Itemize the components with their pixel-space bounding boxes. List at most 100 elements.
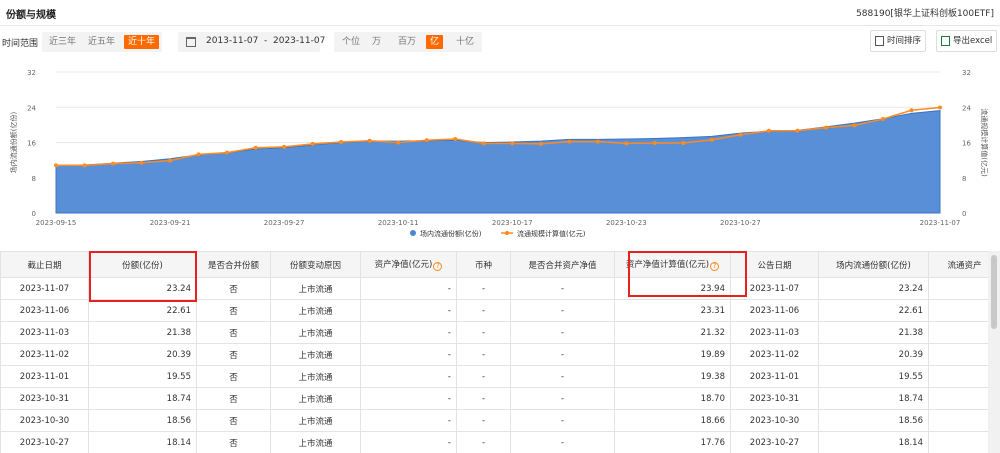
table-cell: - xyxy=(360,409,457,432)
table-row[interactable]: 2023-11-07 23.24 否上市流通 - - -23.94 2023-11-07 23… xyxy=(0,277,988,300)
y-tick-left-1: 8 xyxy=(32,175,36,183)
table-cell: 20.39 xyxy=(88,343,197,366)
scale-point-20 xyxy=(624,141,629,146)
column-header-label: 流通资产 xyxy=(947,260,982,271)
table-cell: 否 xyxy=(196,277,271,300)
sort-icon xyxy=(875,36,884,46)
column-header-6[interactable]: 是否合并资产净值 xyxy=(510,251,615,278)
table-cell: 18.56 xyxy=(818,409,929,432)
help-icon[interactable]: ? xyxy=(433,262,443,271)
table-cell: 2023-11-06 xyxy=(0,299,89,322)
table-cell: 19.55 xyxy=(88,365,197,388)
scale-point-27 xyxy=(823,125,828,130)
scale-point-12 xyxy=(396,140,401,145)
unit-option-1[interactable]: 万 xyxy=(368,35,385,49)
column-header-3[interactable]: 份额变动原因 xyxy=(270,251,361,278)
y-tick-right-2: 16 xyxy=(962,140,971,148)
table-cell: 17.76 xyxy=(614,431,731,453)
table-cell: 18.14 xyxy=(818,431,929,453)
table-cell: 19.55 xyxy=(818,365,929,388)
column-header-7[interactable]: 资产净值计算值(亿元)? xyxy=(614,251,731,278)
unit-option-2[interactable]: 百万 xyxy=(394,35,420,49)
date-range-picker[interactable]: 2013-11-07 - 2023-11-07 xyxy=(178,32,325,52)
scale-point-11 xyxy=(367,138,372,143)
table-cell: 上市流通 xyxy=(270,343,361,366)
export-excel-button[interactable]: 导出excel xyxy=(936,30,998,52)
series-area-share xyxy=(55,110,941,214)
column-header-4[interactable]: 资产净值(亿元)? xyxy=(360,251,457,278)
unit-option-3[interactable]: 亿 xyxy=(426,35,444,49)
fund-name: 588190[银华上证科创板100ETF] xyxy=(856,9,994,19)
table-cell: 21.32 xyxy=(614,321,731,344)
range-option-0[interactable]: 近三年 xyxy=(45,35,80,49)
table-cell: 上市流通 xyxy=(270,409,361,432)
table-cell: - xyxy=(510,299,615,322)
scale-point-5 xyxy=(196,152,201,157)
column-header-10[interactable]: 流通资产 xyxy=(928,251,988,278)
scale-point-24 xyxy=(738,132,743,137)
table-cell: - xyxy=(360,365,457,388)
scale-point-16 xyxy=(510,141,515,146)
scale-point-7 xyxy=(253,145,258,150)
scale-point-30 xyxy=(909,108,914,113)
table-cell: 19.38 xyxy=(614,365,731,388)
help-icon[interactable]: ? xyxy=(710,262,720,271)
x-tick-5: 2023-10-23 xyxy=(606,219,647,227)
column-header-label: 份额(亿份) xyxy=(122,260,163,271)
column-header-2[interactable]: 是否合并份额 xyxy=(196,251,271,278)
table-cell: 2023-10-31 xyxy=(730,387,819,410)
table-cell: 22.61 xyxy=(88,299,197,322)
table-scrollbar[interactable] xyxy=(988,251,1000,453)
table-row[interactable]: 2023-11-02 20.39 否上市流通 - - -19.89 2023-11-02 20… xyxy=(0,343,988,366)
scale-point-10 xyxy=(339,140,344,145)
column-header-5[interactable]: 币种 xyxy=(456,251,511,278)
x-tick-7: 2023-11-07 xyxy=(920,219,961,227)
y-tick-right-1: 8 xyxy=(962,175,966,183)
panel-header: 份额与规模 588190[银华上证科创板100ETF] xyxy=(0,0,1000,26)
excel-icon xyxy=(941,36,950,46)
unit-option-0[interactable]: 个位 xyxy=(338,35,364,49)
table-cell: 2023-10-30 xyxy=(730,409,819,432)
time-sort-button[interactable]: 时间排序 xyxy=(870,30,927,52)
export-excel-label: 导出excel xyxy=(953,36,993,46)
column-header-1[interactable]: 份额(亿份) xyxy=(88,251,197,278)
column-header-8[interactable]: 公告日期 xyxy=(730,251,819,278)
column-header-9[interactable]: 场内流通份额(亿份) xyxy=(818,251,929,278)
scrollbar-thumb[interactable] xyxy=(991,255,997,329)
table-cell: 2023-11-02 xyxy=(0,343,89,366)
table-cell xyxy=(928,277,988,300)
table-cell: 上市流通 xyxy=(270,299,361,322)
table-cell: - xyxy=(456,431,511,453)
scale-point-21 xyxy=(652,140,657,145)
table-cell: - xyxy=(456,343,511,366)
table-row[interactable]: 2023-10-27 18.14 否上市流通 - - -17.76 2023-10-27 18… xyxy=(0,431,988,453)
table-cell: 18.74 xyxy=(818,387,929,410)
table-cell xyxy=(928,299,988,322)
x-tick-0: 2023-09-15 xyxy=(36,219,77,227)
table-cell xyxy=(928,409,988,432)
column-header-label: 币种 xyxy=(474,260,492,271)
date-range-text: 2013-11-07 - 2023-11-07 xyxy=(206,36,326,46)
scale-point-31 xyxy=(938,105,942,110)
table-cell: 2023-10-30 xyxy=(0,409,89,432)
table-row[interactable]: 2023-10-31 18.74 否上市流通 - - -18.70 2023-10-31 18… xyxy=(0,387,988,410)
table-cell: - xyxy=(510,277,615,300)
table-cell: 20.39 xyxy=(818,343,929,366)
table-cell: 2023-11-03 xyxy=(730,321,819,344)
table-cell: 21.38 xyxy=(818,321,929,344)
table-cell: 否 xyxy=(196,387,271,410)
column-header-label: 资产净值计算值(亿元) xyxy=(625,260,710,270)
table-row[interactable]: 2023-11-01 19.55 否上市流通 - - -19.38 2023-11-01 19… xyxy=(0,365,988,388)
table-cell: 19.89 xyxy=(614,343,731,366)
column-header-0[interactable]: 截止日期 xyxy=(0,251,89,278)
scale-point-2 xyxy=(111,161,116,166)
table-row[interactable]: 2023-10-30 18.56 否上市流通 - - -18.66 2023-10-30 18… xyxy=(0,409,988,432)
table-cell: 否 xyxy=(196,321,271,344)
table-row[interactable]: 2023-11-03 21.38 否上市流通 - - -21.32 2023-11-03 21… xyxy=(0,321,988,344)
range-option-1[interactable]: 近五年 xyxy=(84,35,119,49)
unit-option-4[interactable]: 十亿 xyxy=(452,35,478,49)
time-sort-label: 时间排序 xyxy=(887,36,922,46)
table-row[interactable]: 2023-11-06 22.61 否上市流通 - - -23.31 2023-11-06 22… xyxy=(0,299,988,322)
y-tick-left-2: 16 xyxy=(27,140,36,148)
range-option-2[interactable]: 近十年 xyxy=(124,35,160,49)
